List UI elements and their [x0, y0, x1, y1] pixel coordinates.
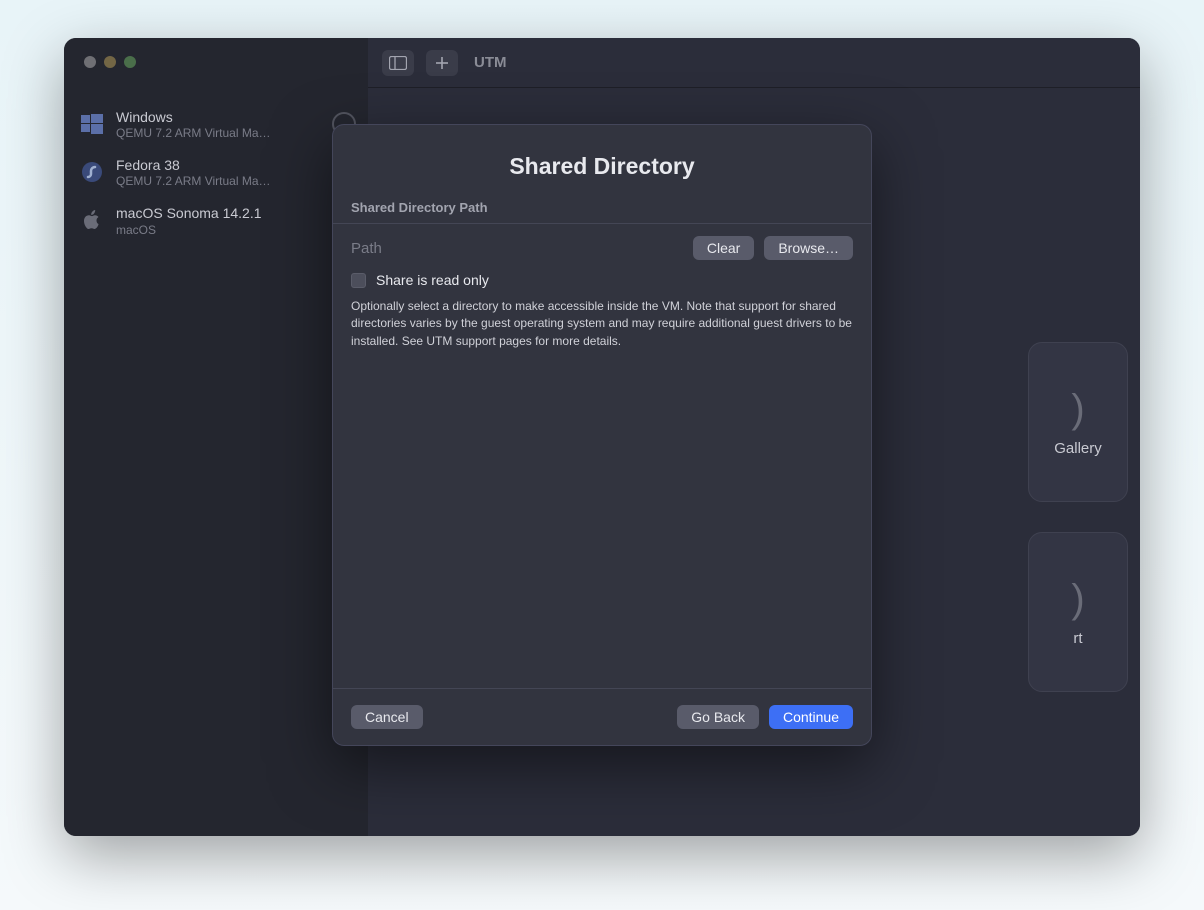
browse-button[interactable]: Browse…	[764, 236, 853, 260]
modal-body	[333, 350, 871, 688]
readonly-row: Share is read only	[333, 272, 871, 296]
app-title: UTM	[474, 54, 507, 71]
app-window: Windows QEMU 7.2 ARM Virtual Ma… Fedora …	[64, 38, 1140, 836]
toggle-sidebar-button[interactable]	[382, 50, 414, 76]
readonly-label: Share is read only	[376, 272, 489, 288]
toolbar: UTM	[368, 38, 1140, 88]
continue-button[interactable]: Continue	[769, 705, 853, 729]
add-vm-button[interactable]	[426, 50, 458, 76]
modal-description: Optionally select a directory to make ac…	[333, 296, 871, 350]
readonly-checkbox[interactable]	[351, 273, 366, 288]
maximize-window-button[interactable]	[124, 56, 136, 68]
vm-subtitle: macOS	[116, 223, 296, 237]
modal-footer: Cancel Go Back Continue	[333, 688, 871, 745]
vm-title: Fedora 38	[116, 156, 356, 174]
vm-title: macOS Sonoma 14.2.1	[116, 204, 356, 222]
support-label: rt	[1073, 630, 1082, 647]
clear-button[interactable]: Clear	[693, 236, 754, 260]
section-header: Shared Directory Path	[333, 200, 871, 223]
path-row: Path Clear Browse…	[333, 224, 871, 272]
windows-icon	[80, 112, 104, 136]
fedora-icon	[80, 160, 104, 184]
vm-item-windows[interactable]: Windows QEMU 7.2 ARM Virtual Ma…	[64, 100, 368, 148]
path-label: Path	[351, 240, 683, 257]
vm-list: Windows QEMU 7.2 ARM Virtual Ma… Fedora …	[64, 88, 368, 245]
modal-title: Shared Directory	[333, 125, 871, 200]
vm-title: Windows	[116, 108, 356, 126]
vm-item-fedora[interactable]: Fedora 38 QEMU 7.2 ARM Virtual Ma…	[64, 148, 368, 196]
minimize-window-button[interactable]	[104, 56, 116, 68]
window-controls	[64, 38, 368, 88]
gallery-label: Gallery	[1054, 440, 1102, 457]
gallery-card[interactable]: ) Gallery	[1028, 342, 1128, 502]
vm-subtitle: QEMU 7.2 ARM Virtual Ma…	[116, 126, 296, 140]
shared-directory-modal: Shared Directory Shared Directory Path P…	[332, 124, 872, 746]
go-back-button[interactable]: Go Back	[677, 705, 759, 729]
apple-icon	[80, 208, 104, 232]
support-card[interactable]: ) rt	[1028, 532, 1128, 692]
vm-item-macos[interactable]: macOS Sonoma 14.2.1 macOS	[64, 196, 368, 244]
vm-subtitle: QEMU 7.2 ARM Virtual Ma…	[116, 174, 296, 188]
cancel-button[interactable]: Cancel	[351, 705, 423, 729]
close-window-button[interactable]	[84, 56, 96, 68]
sidebar: Windows QEMU 7.2 ARM Virtual Ma… Fedora …	[64, 38, 368, 836]
